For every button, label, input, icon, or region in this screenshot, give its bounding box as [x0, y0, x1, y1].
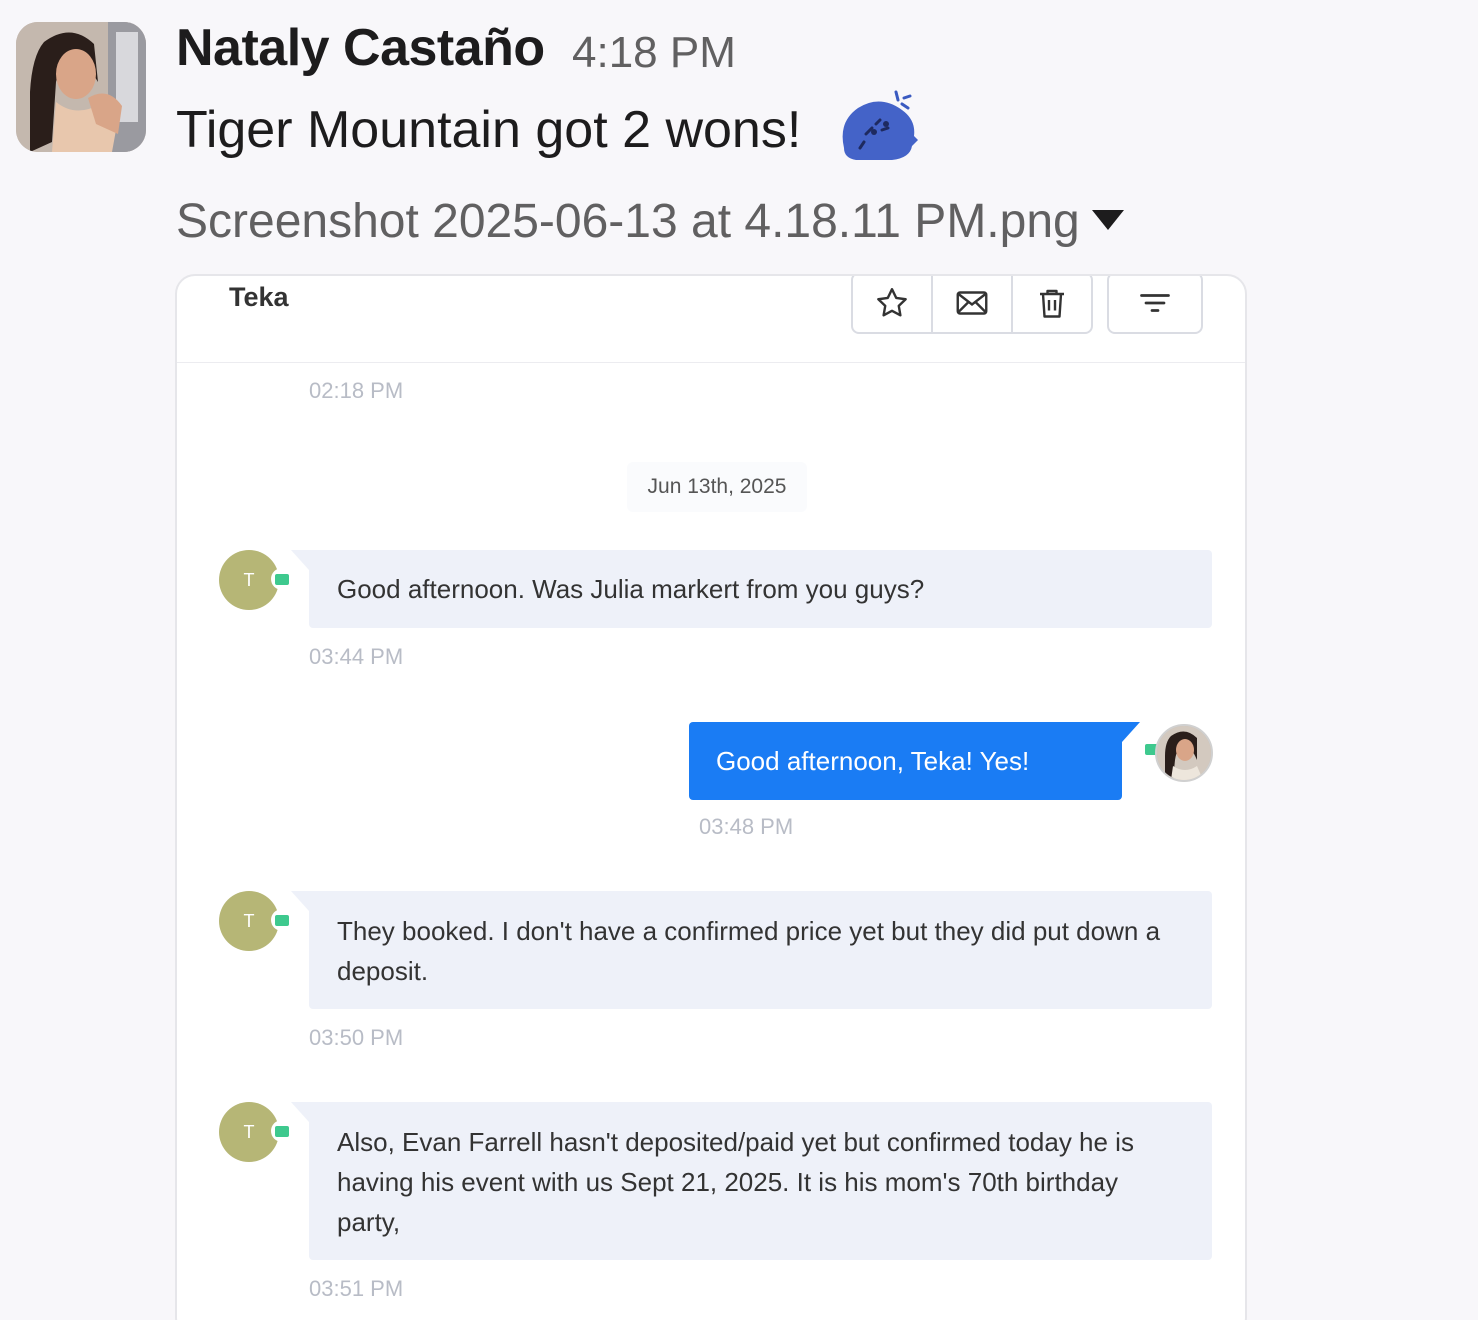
conversation-actions [851, 276, 1093, 334]
contact-avatar: T [219, 1102, 279, 1162]
message-time: 03:48 PM [699, 814, 794, 839]
incoming-message: They booked. I don't have a confirmed pr… [291, 891, 1212, 1009]
mail-icon [956, 291, 988, 315]
mail-button[interactable] [933, 276, 1013, 332]
contact-initial: T [243, 1121, 255, 1142]
sender-name[interactable]: Nataly Castaño [176, 18, 545, 78]
attachment-image[interactable]: Teka 02:18 PM Jun 13th, 2025 T Good afte… [175, 274, 1247, 1320]
outgoing-message: Good afternoon, Teka! Yes! [689, 722, 1140, 800]
incoming-message: Good afternoon. Was Julia markert from y… [291, 550, 1212, 628]
message-time: 02:18 PM [309, 378, 404, 403]
contact-initial: T [243, 569, 255, 590]
message-time: 03:44 PM [309, 644, 404, 669]
blue-blob-party-emoji [842, 90, 918, 160]
contact-name: Teka [229, 282, 289, 312]
star-icon [877, 288, 907, 317]
filter-button[interactable] [1109, 276, 1201, 332]
attachment-filename[interactable]: Screenshot 2025-06-13 at 4.18.11 PM.png [176, 194, 1080, 249]
contact-avatar: T [219, 891, 279, 951]
delete-button[interactable] [1013, 276, 1091, 332]
contact-avatar: T [219, 550, 279, 610]
slack-message: Nataly Castaño 4:18 PM Tiger Mountain go… [0, 0, 1478, 1320]
conversation-header: Teka [177, 276, 1245, 363]
chat-channel-icon [271, 1120, 293, 1142]
incoming-message: Also, Evan Farrell hasn't deposited/paid… [291, 1102, 1212, 1260]
caret-down-icon[interactable] [1090, 208, 1126, 232]
message-timestamp[interactable]: 4:18 PM [572, 28, 736, 78]
date-separator: Jun 13th, 2025 [627, 462, 807, 512]
message-time: 03:50 PM [309, 1025, 404, 1050]
contact-initial: T [243, 910, 255, 931]
trash-icon [1040, 289, 1064, 318]
chat-channel-icon [271, 909, 293, 931]
filter-group [1107, 276, 1203, 334]
message-time: 03:51 PM [309, 1276, 404, 1301]
message-text: Tiger Mountain got 2 wons! [176, 101, 802, 159]
sender-photo [16, 22, 146, 152]
user-avatar [1155, 724, 1213, 782]
chat-channel-icon [271, 568, 293, 590]
user-photo [1157, 726, 1211, 780]
filter-icon [1140, 294, 1170, 312]
sender-avatar[interactable] [16, 22, 146, 152]
star-button[interactable] [853, 276, 933, 332]
